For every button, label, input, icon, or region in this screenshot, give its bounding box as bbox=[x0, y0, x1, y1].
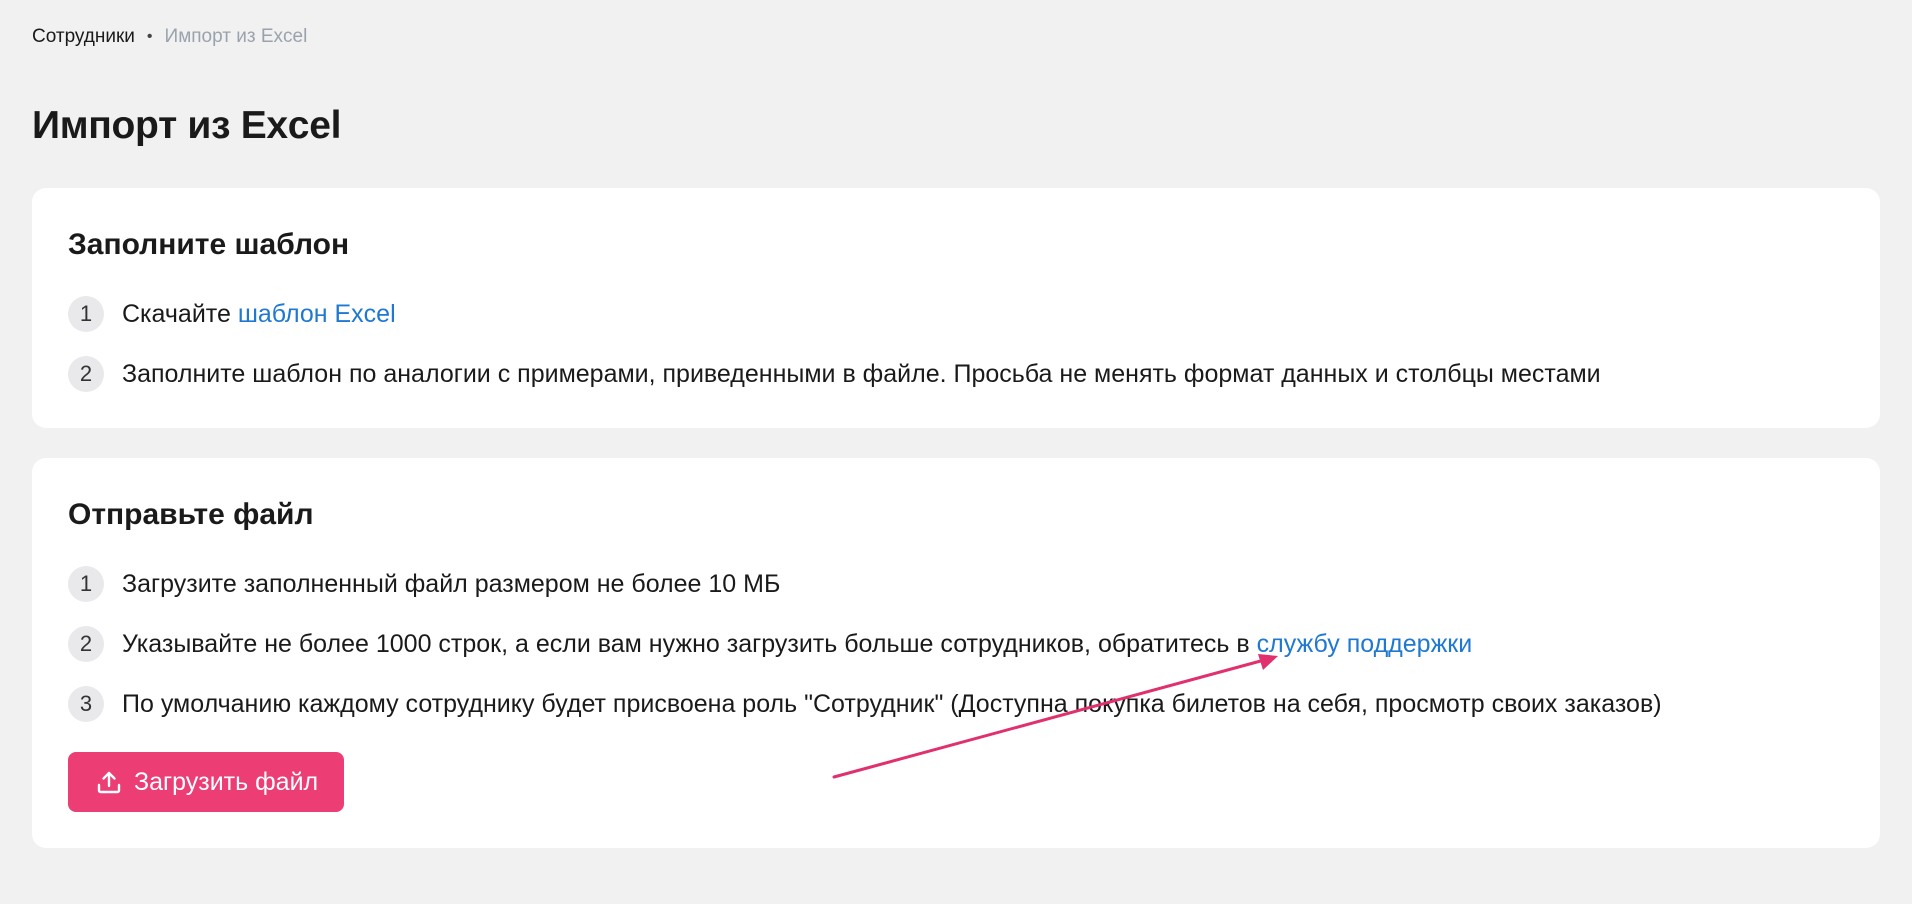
send-file-title: Отправьте файл bbox=[68, 498, 314, 531]
step-number: 2 bbox=[68, 356, 104, 392]
step-number: 3 bbox=[68, 686, 104, 722]
step-text: Скачайте шаблон Excel bbox=[122, 300, 396, 329]
step-text: Заполните шаблон по аналогии с примерами… bbox=[122, 359, 1601, 388]
list-item: 2 Заполните шаблон по аналогии с примера… bbox=[68, 356, 1601, 392]
step-text: Указывайте не более 1000 строк, а если в… bbox=[122, 630, 1472, 659]
list-item: 1 Скачайте шаблон Excel bbox=[68, 296, 1601, 332]
breadcrumb-separator: • bbox=[146, 28, 153, 45]
fill-template-steps: 1 Скачайте шаблон Excel 2 Заполните шабл… bbox=[68, 296, 1601, 416]
upload-file-button[interactable]: Загрузить файл bbox=[68, 752, 345, 812]
fill-template-card: Заполните шаблон 1 Скачайте шаблон Excel… bbox=[32, 188, 1880, 428]
breadcrumb-current: Импорт из Excel bbox=[164, 26, 308, 47]
page-title: Импорт из Excel bbox=[32, 104, 342, 147]
list-item: 2 Указывайте не более 1000 строк, а если… bbox=[68, 626, 1662, 662]
step-text-content: Указывайте не более 1000 строк, а если в… bbox=[122, 629, 1257, 658]
upload-file-button-label: Загрузить файл bbox=[134, 767, 319, 796]
send-file-steps: 1 Загрузите заполненный файл размером не… bbox=[68, 566, 1662, 746]
upload-icon bbox=[96, 769, 122, 795]
step-text-content: Скачайте bbox=[122, 299, 238, 328]
step-number: 1 bbox=[68, 566, 104, 602]
list-item: 3 По умолчанию каждому сотруднику будет … bbox=[68, 686, 1662, 722]
step-text: Загрузите заполненный файл размером не б… bbox=[122, 569, 781, 598]
step-number: 2 bbox=[68, 626, 104, 662]
support-link[interactable]: службу поддержки bbox=[1257, 630, 1473, 658]
breadcrumb-employees-link[interactable]: Сотрудники bbox=[32, 26, 135, 48]
list-item: 1 Загрузите заполненный файл размером не… bbox=[68, 566, 1662, 602]
breadcrumb: Сотрудники • Импорт из Excel bbox=[32, 26, 307, 48]
fill-template-title: Заполните шаблон bbox=[68, 228, 350, 261]
step-number: 1 bbox=[68, 296, 104, 332]
send-file-card: Отправьте файл 1 Загрузите заполненный ф… bbox=[32, 458, 1880, 848]
step-text: По умолчанию каждому сотруднику будет пр… bbox=[122, 689, 1662, 718]
excel-template-link[interactable]: шаблон Excel bbox=[238, 300, 396, 328]
